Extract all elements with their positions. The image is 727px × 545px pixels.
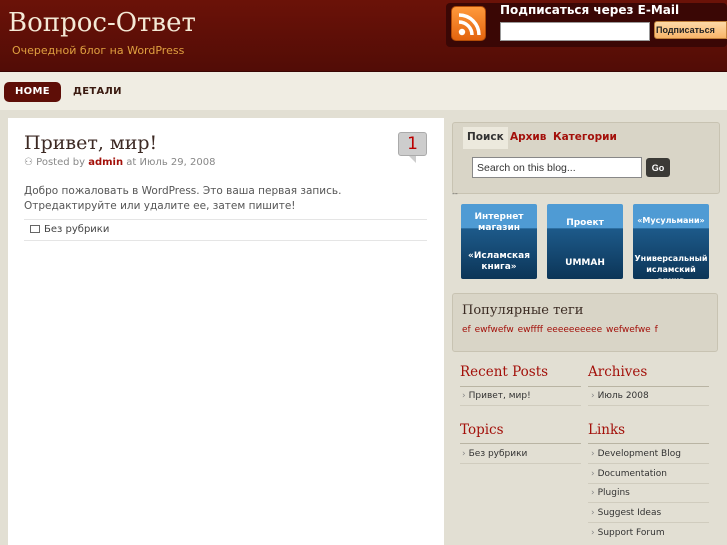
post-date: Июль 29, 2008 (139, 157, 216, 168)
site-title[interactable]: Вопрос-Ответ (8, 8, 196, 38)
site-description: Очередной блог на WordPress (12, 44, 185, 57)
tab-archive[interactable]: Архив (510, 131, 546, 143)
link-item[interactable]: Development Blog (591, 449, 681, 459)
tab-search[interactable]: Поиск (463, 127, 508, 149)
post-author-link[interactable]: admin (88, 157, 123, 168)
tags-title: Популярные теги (462, 303, 584, 318)
category-link[interactable]: Без рубрики (44, 224, 109, 235)
topics-title: Topics (460, 422, 504, 438)
banner-1-bottom: «Исламская книга» (468, 251, 530, 272)
post-title[interactable]: Привет, мир! (24, 132, 157, 154)
links-sep (588, 463, 709, 464)
recent-posts-sep (460, 405, 581, 406)
banner-2-bottom: UMMAH (565, 258, 605, 268)
at-label: at (126, 157, 137, 168)
folder-icon (30, 225, 40, 233)
main-nav: HOME ДЕТАЛИ (0, 72, 727, 110)
post-body: Добро пожаловать в WordPress. Это ваша п… (24, 185, 342, 212)
post-meta: ⚇ Posted by admin at Июль 29, 2008 (24, 157, 215, 168)
archives-sep (588, 405, 709, 406)
post-categories: Без рубрики (24, 219, 427, 241)
link-item[interactable]: Support Forum (591, 528, 665, 538)
nav-home[interactable]: HOME (4, 82, 61, 102)
post-area: Привет, мир! 1 ⚇ Posted by admin at Июль… (8, 118, 444, 545)
subscribe-button[interactable]: Подписаться (654, 21, 727, 39)
banner-islamic-book[interactable]: Интернет магазин «Исламская книга» (461, 204, 537, 279)
links-title: Links (588, 422, 626, 438)
archives-title: Archives (588, 364, 648, 380)
link-item[interactable]: Documentation (591, 469, 667, 479)
links-sep (588, 502, 709, 503)
links-divider (588, 443, 709, 444)
subscribe-title: Подписаться через E-Mail (500, 3, 680, 17)
tags-widget (452, 293, 718, 352)
topics-sep (460, 463, 581, 464)
recent-posts-divider (460, 386, 581, 387)
tag-cloud[interactable]: ef ewfwefw ewffff eeeeeeeeee wefwefwe f (462, 325, 658, 335)
links-sep (588, 522, 709, 523)
posted-by-label: Posted by (36, 157, 86, 168)
link-item[interactable]: Suggest Ideas (591, 508, 662, 518)
search-input[interactable] (472, 157, 642, 178)
search-go-button[interactable]: Go (646, 158, 670, 177)
links-sep (588, 483, 709, 484)
archives-divider (588, 386, 709, 387)
separator: -- (452, 189, 458, 198)
banner-2-top: Проект (566, 218, 604, 228)
tab-categories[interactable]: Категории (553, 131, 617, 143)
banner-3-bottom: Универсальный исламский архив (634, 254, 708, 279)
banner-1-top: Интернет магазин (474, 212, 524, 233)
archive-item[interactable]: Июль 2008 (591, 391, 649, 401)
comment-count-bubble[interactable]: 1 (398, 132, 427, 163)
link-item[interactable]: Plugins (591, 488, 630, 498)
subscribe-email-input[interactable] (500, 22, 650, 41)
banner-muslim-archive[interactable]: «Мусульмани» Универсальный исламский арх… (633, 204, 709, 279)
rss-icon[interactable] (451, 6, 486, 41)
topics-divider (460, 443, 581, 444)
banner-3-top: «Мусульмани» (637, 216, 705, 225)
recent-posts-title: Recent Posts (460, 364, 549, 380)
nav-details[interactable]: ДЕТАЛИ (62, 82, 133, 102)
user-icon: ⚇ (24, 157, 33, 168)
banner-ummah[interactable]: Проект UMMAH (547, 204, 623, 279)
topic-item[interactable]: Без рубрики (462, 449, 528, 459)
recent-post-item[interactable]: Привет, мир! (462, 391, 531, 401)
